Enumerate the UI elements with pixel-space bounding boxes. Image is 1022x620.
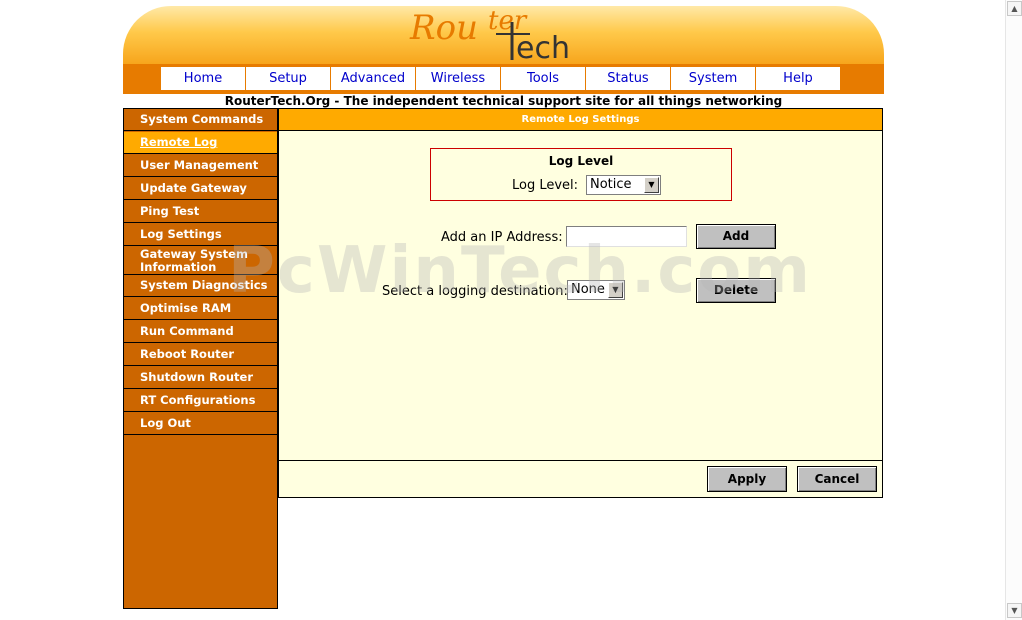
sidebar-item-ping-test[interactable]: Ping Test: [124, 201, 277, 223]
sidebar-item-label: Log Out: [140, 416, 191, 430]
nav-system[interactable]: System: [671, 67, 755, 90]
sidebar-item-label: Ping Test: [140, 204, 200, 218]
routertech-logo: Rou ter ech: [408, 6, 598, 64]
logo-text-rou: Rou: [409, 8, 478, 48]
logging-destination-value: None: [571, 282, 605, 297]
sidebar-item-run-command[interactable]: Run Command: [124, 321, 277, 343]
sidebar-item-user-management[interactable]: User Management: [124, 155, 277, 177]
sidebar-item-log-out[interactable]: Log Out: [124, 413, 277, 435]
logo-text-ech: ech: [516, 31, 570, 64]
scroll-down-arrow-icon[interactable]: ▼: [1007, 603, 1022, 618]
sidebar-menu: System Commands Remote Log User Manageme…: [123, 108, 278, 609]
sidebar-item-label: System Commands: [140, 112, 264, 126]
log-level-select[interactable]: Notice ▼: [586, 175, 661, 195]
scroll-up-arrow-icon[interactable]: ▲: [1007, 1, 1022, 16]
sidebar-item-label: Remote Log: [140, 135, 218, 149]
sidebar-item-log-settings[interactable]: Log Settings: [124, 224, 277, 246]
log-level-value: Notice: [590, 177, 632, 192]
sidebar-item-label: Log Settings: [140, 227, 222, 241]
nav-advanced[interactable]: Advanced: [331, 67, 415, 90]
sidebar-item-rt-configurations[interactable]: RT Configurations: [124, 390, 277, 412]
nav-items: Home Setup Advanced Wireless Tools Statu…: [161, 67, 840, 90]
delete-button[interactable]: Delete: [696, 278, 776, 303]
sidebar-item-label: Shutdown Router: [140, 370, 254, 384]
sidebar-item-system-commands[interactable]: System Commands: [124, 109, 277, 131]
chevron-down-icon[interactable]: ▼: [644, 177, 659, 193]
panel-footer: Apply Cancel: [279, 460, 882, 498]
sidebar-item-label: Update Gateway: [140, 181, 247, 195]
sidebar-item-label: RT Configurations: [140, 393, 256, 407]
top-navigation: Home Setup Advanced Wireless Tools Statu…: [123, 64, 884, 94]
sidebar-item-shutdown-router[interactable]: Shutdown Router: [124, 367, 277, 389]
remote-log-panel: Remote Log Settings Log Level Log Level:…: [278, 108, 883, 498]
sidebar-item-label: Run Command: [140, 324, 234, 338]
nav-setup[interactable]: Setup: [246, 67, 330, 90]
log-level-heading: Log Level: [548, 154, 614, 168]
panel-title: Remote Log Settings: [279, 109, 882, 131]
nav-home[interactable]: Home: [161, 67, 245, 90]
sidebar-item-system-diagnostics[interactable]: System Diagnostics: [124, 275, 277, 297]
sidebar-item-label: Gateway System Information: [140, 247, 248, 274]
chevron-down-icon[interactable]: ▼: [608, 282, 623, 298]
log-level-box: Log Level Log Level: Notice ▼: [430, 148, 732, 201]
nav-wireless[interactable]: Wireless: [416, 67, 500, 90]
sidebar-item-reboot-router[interactable]: Reboot Router: [124, 344, 277, 366]
logging-destination-select[interactable]: None ▼: [567, 280, 625, 300]
header-banner: Rou ter ech: [123, 6, 884, 64]
sidebar-item-label: System Diagnostics: [140, 278, 268, 292]
apply-button[interactable]: Apply: [707, 466, 787, 492]
routertech-logo-graphic: Rou ter ech: [409, 6, 570, 64]
add-button[interactable]: Add: [696, 224, 776, 249]
nav-status[interactable]: Status: [586, 67, 670, 90]
sidebar-item-label: Reboot Router: [140, 347, 235, 361]
sidebar-item-update-gateway[interactable]: Update Gateway: [124, 178, 277, 200]
vertical-scrollbar[interactable]: ▲ ▼: [1005, 0, 1022, 620]
nav-tools[interactable]: Tools: [501, 67, 585, 90]
sidebar-item-label: User Management: [140, 158, 259, 172]
log-level-label: Log Level:: [512, 178, 579, 193]
sidebar-item-label: Optimise RAM: [140, 301, 232, 315]
ip-address-label: Add an IP Address:: [441, 230, 563, 245]
sidebar-item-gateway-system-information[interactable]: Gateway System Information: [124, 247, 277, 275]
sidebar-item-remote-log[interactable]: Remote Log: [124, 132, 277, 154]
sidebar-item-optimise-ram[interactable]: Optimise RAM: [124, 298, 277, 320]
logging-destination-label: Select a logging destination:: [382, 284, 568, 299]
site-tagline: RouterTech.Org - The independent technic…: [224, 94, 783, 108]
ip-address-input[interactable]: [566, 226, 687, 247]
nav-help[interactable]: Help: [756, 67, 840, 90]
cancel-button[interactable]: Cancel: [797, 466, 877, 492]
